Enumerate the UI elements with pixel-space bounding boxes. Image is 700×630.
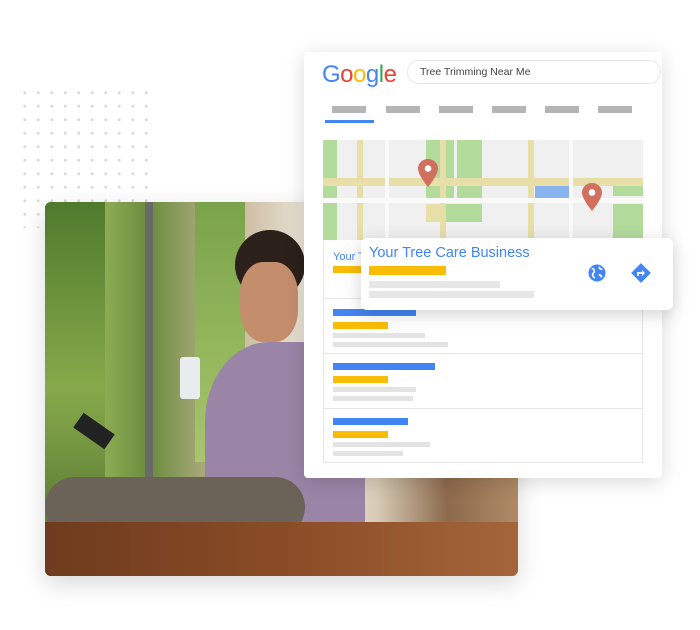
tab-2[interactable]	[386, 106, 420, 113]
search-input[interactable]: Tree Trimming Near Me	[407, 60, 661, 84]
tab-6[interactable]	[598, 106, 632, 113]
google-logo: Google	[322, 61, 397, 88]
business-title[interactable]: Your Tree Care Business	[369, 245, 530, 261]
tab-1[interactable]	[332, 106, 366, 113]
result-item[interactable]	[324, 408, 642, 463]
map[interactable]	[323, 140, 643, 240]
globe-icon[interactable]	[588, 264, 606, 282]
tab-5[interactable]	[545, 106, 579, 113]
business-card[interactable]: Your Tree Care Business	[361, 238, 673, 310]
map-pin-icon[interactable]	[582, 183, 602, 211]
directions-icon[interactable]	[630, 262, 652, 284]
map-pin-icon[interactable]	[418, 159, 438, 187]
tab-3[interactable]	[439, 106, 473, 113]
active-tab-indicator	[325, 120, 374, 123]
tab-4[interactable]	[492, 106, 526, 113]
result-item[interactable]	[324, 353, 642, 409]
